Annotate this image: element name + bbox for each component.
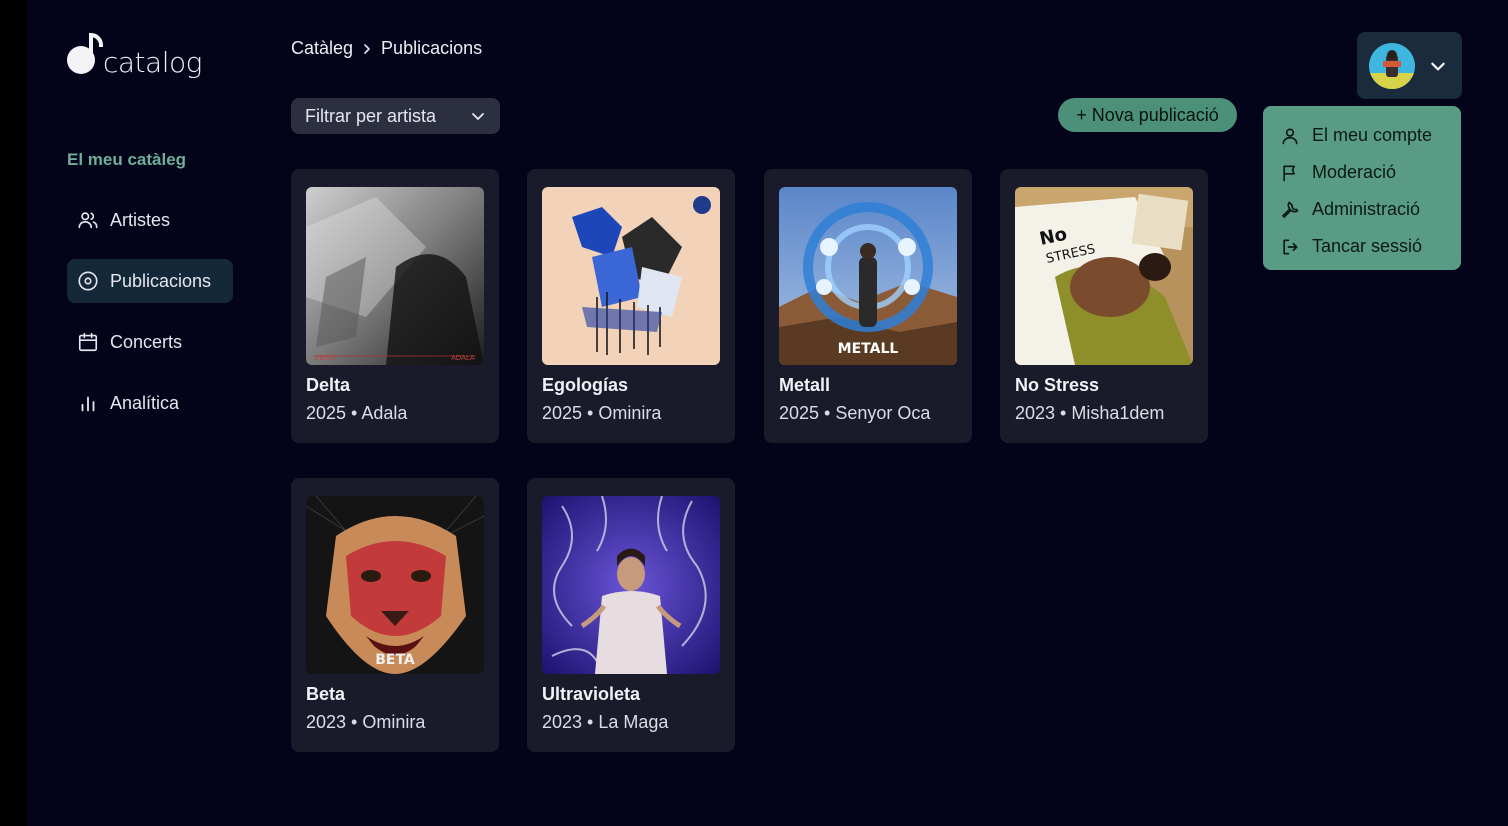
disc-icon — [77, 270, 99, 292]
release-meta: 2025 • Adala — [306, 403, 408, 423]
sidebar-nav: Artistes Publicacions Concerts Analítica — [67, 198, 233, 442]
sidebar-item-concerts[interactable]: Concerts — [67, 320, 233, 364]
menu-item-label: Moderació — [1312, 162, 1397, 182]
avatar — [1369, 42, 1415, 89]
release-title: Delta — [306, 375, 351, 395]
menu-item-logout[interactable]: Tancar sessió — [1279, 228, 1461, 265]
release-meta: 2025 • Ominira — [542, 403, 662, 423]
sidebar-item-label: Artistes — [110, 209, 171, 230]
filter-value: Filtrar per artista — [305, 105, 437, 126]
release-title: Metall — [779, 375, 831, 395]
sidebar-item-artistes[interactable]: Artistes — [67, 198, 233, 242]
app-window: catalog El meu catàleg Artistes Publicac… — [27, 0, 1508, 826]
logout-icon — [1279, 236, 1301, 258]
bar-chart-icon — [77, 392, 99, 414]
release-card-metall[interactable]: METALL Metall 2025 • Senyor Oca — [764, 169, 972, 443]
album-cover — [542, 187, 720, 365]
release-meta: 2023 • Ominira — [306, 712, 426, 732]
flag-icon — [1279, 162, 1301, 184]
release-title: No Stress — [1015, 375, 1100, 395]
sidebar-item-label: Analítica — [110, 392, 180, 413]
artist-filter-select[interactable]: Filtrar per artista — [291, 98, 500, 134]
cover-label: METALL — [838, 341, 899, 357]
music-note-flag — [89, 33, 103, 47]
release-card-no-stress[interactable]: No STRESS No Stress 2023 • Misha1dem — [1000, 169, 1208, 443]
album-cover: METALL — [779, 187, 957, 365]
cover-label: DELTA — [314, 354, 335, 362]
release-card-delta[interactable]: DELTA ADALA Delta 2025 • Adala — [291, 169, 499, 443]
user-dropdown-menu: El meu compte Moderació Administració Ta… — [1263, 106, 1461, 270]
sidebar-item-analitica[interactable]: Analítica — [67, 381, 233, 425]
logo-text: catalog — [103, 46, 202, 79]
users-icon — [77, 209, 99, 231]
cover-label: ADALA — [451, 354, 475, 362]
release-card-egologias[interactable]: Egologías 2025 • Ominira — [527, 169, 735, 443]
breadcrumb-root[interactable]: Catàleg — [291, 38, 353, 59]
chevron-right-icon — [361, 42, 373, 56]
menu-item-account[interactable]: El meu compte — [1279, 117, 1461, 154]
release-title: Beta — [306, 684, 346, 704]
release-title: Egologías — [542, 375, 629, 395]
chevron-down-icon — [1429, 57, 1447, 75]
user-icon — [1279, 125, 1301, 147]
album-cover: BETA — [306, 496, 484, 674]
sidebar-item-label: Publicacions — [110, 270, 212, 291]
calendar-icon — [77, 331, 99, 353]
menu-item-administration[interactable]: Administració — [1279, 191, 1461, 228]
music-note-head — [67, 46, 95, 74]
breadcrumb: Catàleg Publicacions — [291, 38, 482, 59]
breadcrumb-current: Publicacions — [381, 38, 483, 58]
album-cover: No STRESS — [1015, 187, 1193, 365]
menu-item-label: Tancar sessió — [1312, 236, 1423, 256]
sidebar-item-publicacions[interactable]: Publicacions — [67, 259, 233, 303]
release-meta: 2023 • La Maga — [542, 712, 669, 732]
album-cover — [542, 496, 720, 674]
release-title: Ultravioleta — [542, 684, 641, 704]
wrench-icon — [1279, 199, 1301, 221]
album-cover: DELTA ADALA — [306, 187, 484, 365]
chevron-down-icon — [470, 108, 486, 124]
sidebar-item-label: Concerts — [110, 331, 183, 352]
release-card-beta[interactable]: BETA Beta 2023 • Ominira — [291, 478, 499, 752]
new-release-button[interactable]: + Nova publicació — [1058, 98, 1237, 132]
cover-label: BETA — [375, 652, 415, 668]
release-meta: 2025 • Senyor Oca — [779, 403, 931, 423]
release-meta: 2023 • Misha1dem — [1015, 403, 1165, 423]
menu-item-moderation[interactable]: Moderació — [1279, 154, 1461, 191]
sidebar-heading: El meu catàleg — [67, 150, 187, 169]
menu-item-label: El meu compte — [1312, 125, 1433, 145]
release-card-ultravioleta[interactable]: Ultravioleta 2023 • La Maga — [527, 478, 735, 752]
user-menu-button[interactable] — [1357, 32, 1462, 99]
catalog-logo[interactable]: catalog — [67, 32, 202, 82]
menu-item-label: Administració — [1312, 199, 1421, 219]
